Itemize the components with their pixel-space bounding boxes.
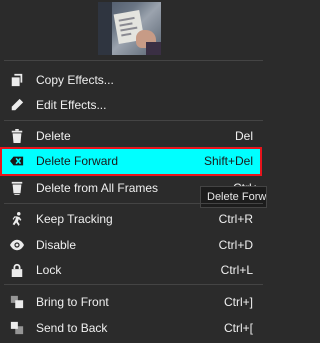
send-to-back-shortcut: Ctrl+[ [223,321,253,335]
trash-frames-icon [9,180,25,196]
lock-shortcut: Ctrl+L [220,263,253,277]
disable-label: Disable [36,238,77,252]
lock-item[interactable]: Lock Ctrl+L [0,257,267,283]
menu-separator [4,284,263,285]
delete-forward-item[interactable]: Delete Forward Shift+Del [0,148,267,174]
running-person-icon [9,211,25,227]
lock-label: Lock [36,263,62,277]
send-back-icon [9,320,25,336]
copy-effects-label: Copy Effects... [36,73,114,87]
menu-separator [4,60,263,61]
menu-separator [4,120,263,121]
lock-icon [9,262,25,278]
bring-to-front-label: Bring to Front [36,295,109,309]
menu-separator [4,203,263,204]
bring-to-front-shortcut: Ctrl+] [223,295,253,309]
keep-tracking-shortcut: Ctrl+R [218,212,253,226]
edit-effects-label: Edit Effects... [36,98,107,112]
disable-item[interactable]: Disable Ctrl+D [0,232,267,258]
keep-tracking-label: Keep Tracking [36,212,113,226]
copy-effects-item[interactable]: Copy Effects... [0,67,267,93]
tooltip: Delete Forw [200,186,267,208]
delete-forward-label: Delete Forward [36,154,119,168]
send-to-back-label: Send to Back [36,321,108,335]
edit-effects-item[interactable]: Edit Effects... [0,92,267,118]
delete-all-frames-label: Delete from All Frames [36,181,159,195]
delete-item[interactable]: Delete Del [0,123,267,149]
bring-to-front-item[interactable]: Bring to Front Ctrl+] [0,289,267,315]
delete-label: Delete [36,129,71,143]
disable-shortcut: Ctrl+D [218,238,253,252]
context-menu: Copy Effects... Edit Effects... Delete D… [0,0,267,343]
copy-icon [9,72,25,88]
send-to-back-item[interactable]: Send to Back Ctrl+[ [0,315,267,341]
pencil-icon [9,97,25,113]
delete-shortcut: Del [234,129,253,143]
video-frame-thumbnail [98,2,161,55]
delete-forward-shortcut: Shift+Del [203,154,253,168]
bring-front-icon [9,294,25,310]
delete-forward-icon [9,153,25,169]
trash-icon [9,128,25,144]
keep-tracking-item[interactable]: Keep Tracking Ctrl+R [0,206,267,232]
eye-icon [9,237,25,253]
